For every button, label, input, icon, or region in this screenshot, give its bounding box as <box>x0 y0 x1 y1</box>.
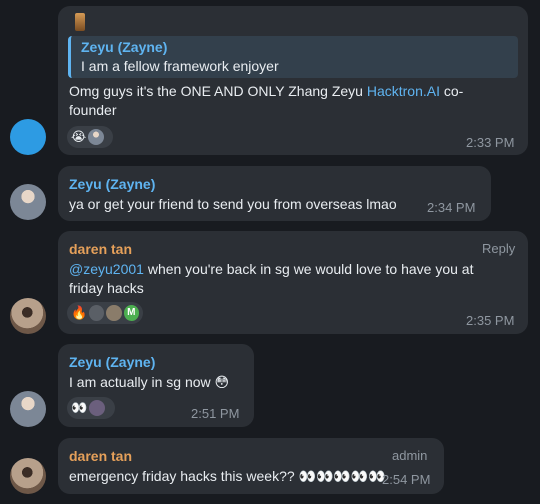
message-text: ya or get your friend to send you from o… <box>69 196 397 212</box>
message-bubble[interactable]: Zeyu (Zayne) I am a fellow framework enj… <box>58 6 528 155</box>
message-text-line2: founder <box>69 102 117 118</box>
message-bubble[interactable]: Zeyu (Zayne) I am actually in sg now 😳 👀… <box>58 344 254 427</box>
timestamp: 2:34 PM <box>427 200 476 215</box>
message-text: @zeyu2001 when you're back in sg we woul… <box>69 261 474 277</box>
crying-emoji-icon: 😭 <box>71 129 87 145</box>
reaction-chip[interactable]: 🔥 M <box>67 302 143 324</box>
timestamp: 2:51 PM <box>191 406 240 421</box>
admin-badge: admin <box>392 448 428 463</box>
pinned-sticker-icon <box>75 13 85 31</box>
message-text: I am actually in sg now 😳 <box>69 374 230 390</box>
message-bubble[interactable]: daren tan admin emergency friday hacks t… <box>58 438 444 494</box>
timestamp: 2:54 PM <box>382 472 431 487</box>
timestamp: 2:35 PM <box>466 313 515 328</box>
sender-name[interactable]: Zeyu (Zayne) <box>69 176 155 192</box>
link-hacktron[interactable]: Hacktron.AI <box>367 83 440 99</box>
reply-label[interactable]: Reply <box>482 241 515 256</box>
message-text-line2: friday hacks <box>69 280 144 296</box>
message-bubble[interactable]: Zeyu (Zayne) ya or get your friend to se… <box>58 166 491 221</box>
reply-sender: Zeyu (Zayne) <box>81 39 168 55</box>
reactor-avatar <box>88 129 105 145</box>
avatar[interactable] <box>10 298 46 334</box>
avatar[interactable] <box>10 119 46 155</box>
reactor-avatar-initial: M <box>123 305 139 321</box>
reply-quote[interactable]: Zeyu (Zayne) I am a fellow framework enj… <box>68 36 518 78</box>
sender-name[interactable]: Zeyu (Zayne) <box>69 354 155 370</box>
timestamp: 2:33 PM <box>466 135 515 150</box>
reaction-chip[interactable]: 👀 <box>67 397 115 419</box>
reaction-chip[interactable]: 😭 <box>67 126 113 148</box>
avatar[interactable] <box>10 458 46 494</box>
message-text: emergency friday hacks this week?? 👀👀👀👀👀 <box>69 468 386 484</box>
reactor-avatar <box>89 400 106 416</box>
sender-name[interactable]: daren tan <box>69 241 132 257</box>
reactor-avatar <box>106 305 122 321</box>
avatar[interactable] <box>10 184 46 220</box>
reply-text: I am a fellow framework enjoyer <box>81 58 279 74</box>
message-bubble[interactable]: daren tan Reply @zeyu2001 when you're ba… <box>58 231 528 334</box>
reactor-avatar <box>89 305 105 321</box>
mention-link[interactable]: @zeyu2001 <box>69 261 144 277</box>
eyes-emoji-icon: 👀 <box>71 400 88 416</box>
avatar[interactable] <box>10 391 46 427</box>
message-text: Omg guys it's the ONE AND ONLY Zhang Zey… <box>69 83 464 99</box>
fire-emoji-icon: 🔥 <box>71 305 88 321</box>
sender-name[interactable]: daren tan <box>69 448 132 464</box>
